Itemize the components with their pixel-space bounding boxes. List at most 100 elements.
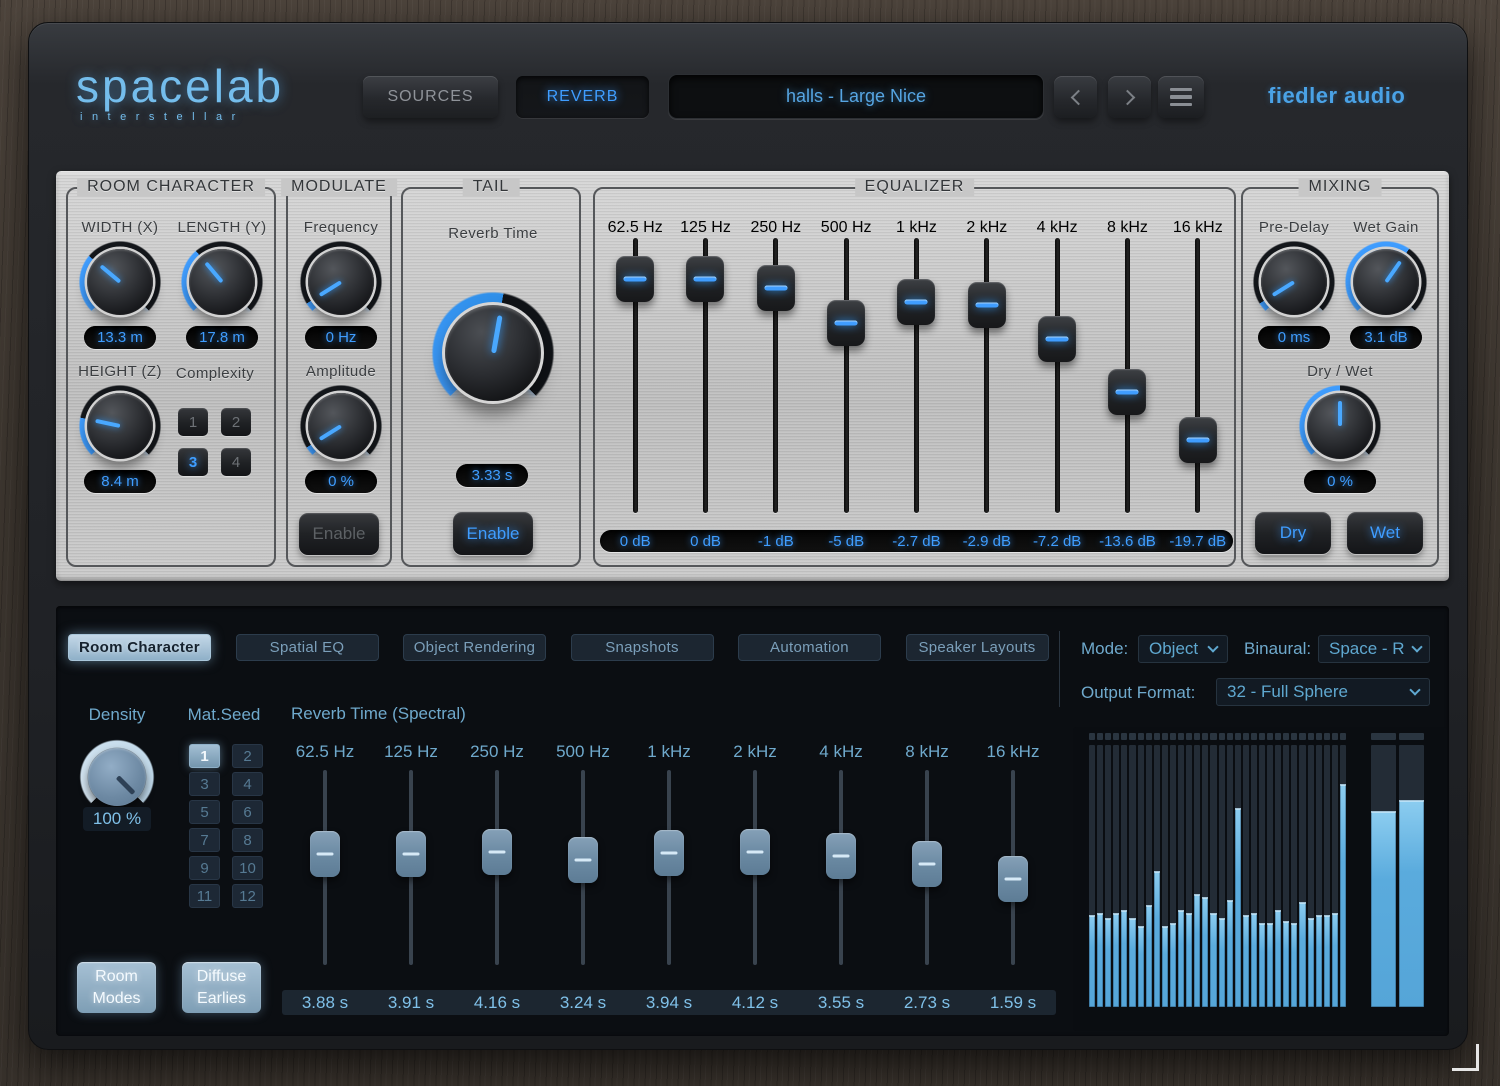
slider-handle[interactable]: [1179, 417, 1217, 463]
slider-handle[interactable]: [912, 841, 942, 887]
slider-handle[interactable]: [757, 265, 795, 311]
spectral-band-slider[interactable]: [798, 770, 884, 965]
tail-enable-button[interactable]: Enable: [453, 512, 533, 555]
complexity-button-4[interactable]: 4: [221, 448, 251, 476]
wet-button[interactable]: Wet: [1347, 512, 1423, 554]
mat-seed-button-9[interactable]: 9: [189, 856, 220, 880]
reverb-time-value[interactable]: 3.33 s: [456, 464, 528, 487]
mat-seed-button-1[interactable]: 1: [189, 744, 220, 768]
slider-handle[interactable]: [740, 829, 770, 875]
sources-button[interactable]: SOURCES: [363, 76, 498, 118]
modulate-enable-button[interactable]: Enable: [299, 513, 379, 555]
width-value[interactable]: 13.3 m: [84, 326, 156, 349]
mat-seed-button-2[interactable]: 2: [232, 744, 263, 768]
preset-prev-button[interactable]: [1054, 76, 1097, 118]
eq-band-label: 16 kHz: [1163, 219, 1233, 237]
preset-display[interactable]: halls - Large Nice: [668, 74, 1044, 119]
spectral-band-slider[interactable]: [626, 770, 712, 965]
channel-meter: [1267, 733, 1273, 1007]
spectral-band-slider[interactable]: [454, 770, 540, 965]
tab-spatial-eq[interactable]: Spatial EQ: [236, 634, 379, 661]
slider-handle[interactable]: [827, 300, 865, 346]
frequency-knob[interactable]: [307, 248, 375, 316]
slider-handle[interactable]: [1108, 369, 1146, 415]
slider-handle[interactable]: [396, 831, 426, 877]
tab-speaker-layouts[interactable]: Speaker Layouts: [906, 634, 1049, 661]
slider-handle[interactable]: [968, 282, 1006, 328]
preset-menu-button[interactable]: [1158, 76, 1204, 118]
slider-handle[interactable]: [616, 256, 654, 302]
room-modes-button[interactable]: Room Modes: [77, 962, 156, 1013]
tab-object-rendering[interactable]: Object Rendering: [403, 634, 546, 661]
height-value[interactable]: 8.4 m: [84, 470, 156, 493]
slider-handle[interactable]: [998, 856, 1028, 902]
complexity-button-3[interactable]: 3: [178, 448, 208, 476]
tab-automation[interactable]: Automation: [738, 634, 881, 661]
resize-corner-icon[interactable]: [1452, 1044, 1479, 1071]
mat-seed-button-3[interactable]: 3: [189, 772, 220, 796]
density-value[interactable]: 100 %: [83, 807, 151, 831]
eq-band-slider[interactable]: [952, 238, 1022, 513]
mat-seed-button-11[interactable]: 11: [189, 884, 220, 908]
dry-wet-value[interactable]: 0 %: [1304, 470, 1376, 493]
meter-slot: [1219, 745, 1225, 1007]
spectral-band-slider[interactable]: [970, 770, 1056, 965]
eq-band-slider[interactable]: [670, 238, 740, 513]
frequency-value[interactable]: 0 Hz: [305, 326, 377, 349]
slider-handle[interactable]: [1038, 316, 1076, 362]
eq-band-slider[interactable]: [1163, 238, 1233, 513]
slider-handle[interactable]: [654, 830, 684, 876]
eq-band-value: -19.7 dB: [1163, 533, 1233, 550]
eq-band-slider[interactable]: [1022, 238, 1092, 513]
eq-band-slider[interactable]: [1092, 238, 1162, 513]
eq-band-slider[interactable]: [881, 238, 951, 513]
eq-band-slider[interactable]: [741, 238, 811, 513]
complexity-button-2[interactable]: 2: [221, 408, 251, 436]
tab-snapshots[interactable]: Snapshots: [571, 634, 714, 661]
spectral-band-slider[interactable]: [712, 770, 798, 965]
wet-gain-knob[interactable]: [1352, 248, 1420, 316]
pre-delay-knob[interactable]: [1260, 248, 1328, 316]
slider-handle[interactable]: [826, 833, 856, 879]
amplitude-value[interactable]: 0 %: [305, 470, 377, 493]
mat-seed-button-10[interactable]: 10: [232, 856, 263, 880]
spectral-band-slider[interactable]: [368, 770, 454, 965]
slider-handle[interactable]: [897, 279, 935, 325]
pre-delay-value[interactable]: 0 ms: [1258, 326, 1330, 349]
tab-room-character[interactable]: Room Character: [68, 634, 211, 661]
mat-seed-button-6[interactable]: 6: [232, 800, 263, 824]
eq-band-slider[interactable]: [600, 238, 670, 513]
complexity-button-1[interactable]: 1: [178, 408, 208, 436]
dry-button[interactable]: Dry: [1255, 512, 1331, 554]
mat-seed-button-12[interactable]: 12: [232, 884, 263, 908]
meter-peak-tick: [1170, 733, 1176, 740]
width-knob[interactable]: [86, 248, 154, 316]
height-knob[interactable]: [86, 392, 154, 460]
output-format-select[interactable]: 32 - Full Sphere: [1216, 678, 1430, 706]
eq-band-slider[interactable]: [811, 238, 881, 513]
mat-seed-button-7[interactable]: 7: [189, 828, 220, 852]
diffuse-earlies-button[interactable]: Diffuse Earlies: [182, 962, 261, 1013]
mode-select[interactable]: Object: [1138, 635, 1228, 663]
preset-next-button[interactable]: [1108, 76, 1151, 118]
binaural-select[interactable]: Space - R: [1318, 635, 1430, 663]
spectral-band-slider[interactable]: [540, 770, 626, 965]
reverb-button[interactable]: REVERB: [516, 76, 649, 118]
length-knob[interactable]: [188, 248, 256, 316]
slider-handle[interactable]: [310, 831, 340, 877]
slider-handle[interactable]: [482, 829, 512, 875]
slider-handle[interactable]: [568, 837, 598, 883]
mat-seed-button-4[interactable]: 4: [232, 772, 263, 796]
density-knob[interactable]: [86, 746, 148, 808]
wet-gain-value[interactable]: 3.1 dB: [1350, 326, 1422, 349]
mat-seed-button-5[interactable]: 5: [189, 800, 220, 824]
slider-handle[interactable]: [686, 256, 724, 302]
amplitude-knob[interactable]: [307, 392, 375, 460]
dry-wet-knob[interactable]: [1306, 392, 1374, 460]
spectral-band-slider[interactable]: [282, 770, 368, 965]
reverb-time-knob[interactable]: [445, 305, 541, 401]
spectral-band-slider[interactable]: [884, 770, 970, 965]
channel-meters: [1089, 733, 1346, 1007]
length-value[interactable]: 17.8 m: [186, 326, 258, 349]
mat-seed-button-8[interactable]: 8: [232, 828, 263, 852]
